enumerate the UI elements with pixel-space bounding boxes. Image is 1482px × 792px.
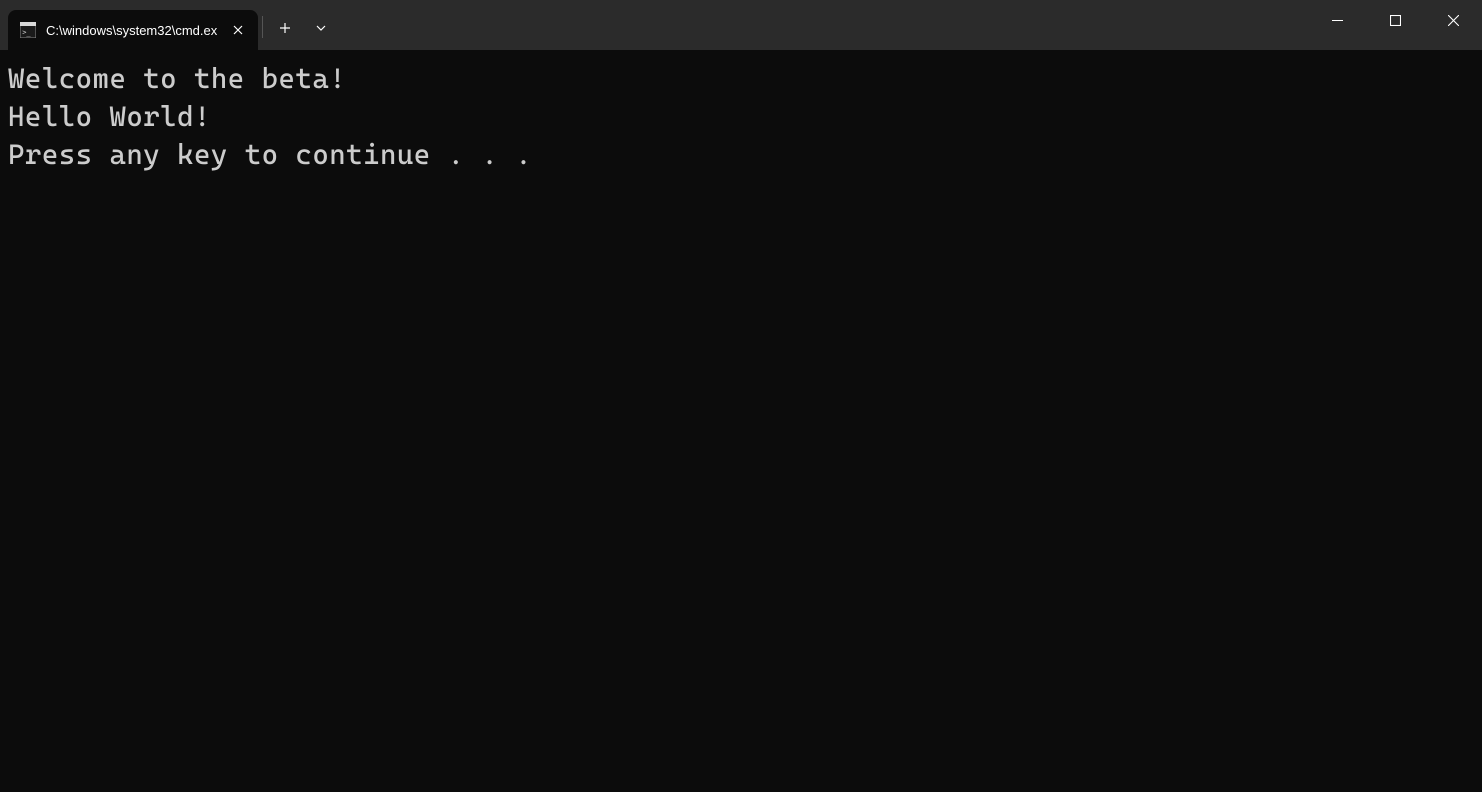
tab-cmd[interactable]: >_ C:\windows\system32\cmd.ex <box>8 10 258 50</box>
tab-close-button[interactable] <box>228 20 248 40</box>
tab-title: C:\windows\system32\cmd.ex <box>46 23 218 38</box>
terminal-line: Welcome to the beta! <box>8 60 1474 98</box>
maximize-button[interactable] <box>1366 0 1424 40</box>
title-bar: >_ C:\windows\system32\cmd.ex <box>0 0 1482 50</box>
tab-divider <box>262 16 263 38</box>
terminal-line: Press any key to continue . . . <box>8 136 1474 174</box>
minimize-button[interactable] <box>1308 0 1366 40</box>
cmd-icon: >_ <box>20 22 36 38</box>
terminal-line: Hello World! <box>8 98 1474 136</box>
close-button[interactable] <box>1424 0 1482 40</box>
tab-dropdown-button[interactable] <box>303 10 339 46</box>
window-controls <box>1308 0 1482 50</box>
new-tab-button[interactable] <box>267 10 303 46</box>
tab-actions <box>258 10 339 50</box>
tabs-area: >_ C:\windows\system32\cmd.ex <box>0 0 1308 50</box>
terminal-body[interactable]: Welcome to the beta! Hello World! Press … <box>0 50 1482 792</box>
svg-text:>_: >_ <box>22 29 31 37</box>
